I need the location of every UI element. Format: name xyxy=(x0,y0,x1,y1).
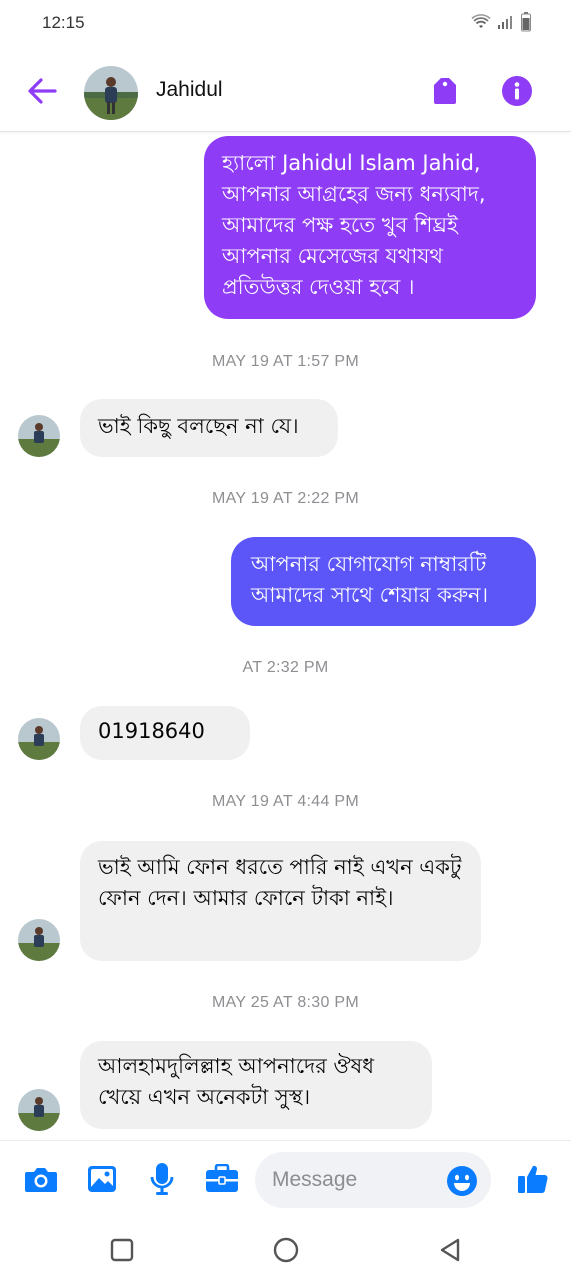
emoji-button[interactable] xyxy=(446,1165,478,1197)
briefcase-icon xyxy=(206,1164,238,1192)
message-timestamp: MAY 19 AT 4:44 PM xyxy=(211,793,360,810)
chat-header: Jahidul xyxy=(0,50,571,132)
status-bar: 12:15 xyxy=(0,0,571,50)
business-tools-button[interactable] xyxy=(202,1159,242,1199)
gallery-button[interactable] xyxy=(82,1159,122,1199)
message-incoming[interactable]: আলহামদুলিল্লাহ আপনাদের ঔষধ খেয়ে এখন অনে… xyxy=(80,1041,432,1129)
back-arrow-icon xyxy=(28,78,57,104)
battery-icon xyxy=(521,12,531,32)
sender-avatar[interactable] xyxy=(18,718,60,760)
avatar-photo-icon xyxy=(84,66,138,120)
camera-icon xyxy=(25,1168,57,1192)
contact-name[interactable]: Jahidul xyxy=(156,78,223,102)
system-back-button[interactable] xyxy=(430,1230,470,1270)
back-triangle-icon xyxy=(440,1238,460,1262)
tag-icon xyxy=(434,78,456,104)
message-timestamp: AT 2:32 PM xyxy=(242,659,329,676)
tag-button[interactable] xyxy=(426,72,464,110)
system-navigation-bar xyxy=(0,1220,571,1280)
avatar-photo-icon xyxy=(18,718,60,760)
wifi-icon xyxy=(471,14,491,28)
sender-avatar[interactable] xyxy=(18,1089,60,1131)
home-button[interactable] xyxy=(266,1230,306,1270)
info-button[interactable] xyxy=(498,72,536,110)
sender-avatar[interactable] xyxy=(18,415,60,457)
message-composer xyxy=(0,1140,571,1220)
thumbs-up-icon xyxy=(518,1165,548,1193)
sender-avatar[interactable] xyxy=(18,919,60,961)
message-outgoing[interactable]: আপনার যোগাযোগ নাম্বারটি আমাদের সাথে শেয়… xyxy=(231,537,536,626)
message-timestamp: MAY 25 AT 8:30 PM xyxy=(211,994,360,1011)
message-incoming[interactable]: ভাই আমি ফোন ধরতে পারি নাই এখন একটু ফোন দ… xyxy=(80,841,481,961)
recents-icon xyxy=(110,1238,134,1262)
avatar-photo-icon xyxy=(18,1089,60,1131)
message-outgoing[interactable]: হ্যালো Jahidul Islam Jahid, আপনার আগ্রহে… xyxy=(204,136,536,319)
camera-button[interactable] xyxy=(21,1159,61,1199)
signal-icon xyxy=(498,16,512,29)
status-time: 12:15 xyxy=(42,13,85,32)
avatar-photo-icon xyxy=(18,919,60,961)
like-button[interactable] xyxy=(513,1159,553,1199)
avatar-photo-icon xyxy=(18,415,60,457)
gallery-icon xyxy=(88,1166,116,1192)
back-button[interactable] xyxy=(24,74,60,108)
message-incoming[interactable]: ভাই কিছু বলছেন না যে। xyxy=(80,399,338,457)
microphone-icon xyxy=(150,1163,174,1195)
info-icon xyxy=(502,76,532,106)
message-timestamp: MAY 19 AT 1:57 PM xyxy=(211,353,360,370)
recents-button[interactable] xyxy=(102,1230,142,1270)
message-incoming[interactable]: 01918640 xyxy=(80,706,250,760)
message-timestamp: MAY 19 AT 2:22 PM xyxy=(211,490,360,507)
voice-button[interactable] xyxy=(142,1159,182,1199)
contact-avatar[interactable] xyxy=(84,66,138,120)
emoji-icon xyxy=(447,1166,477,1196)
status-icons xyxy=(471,12,531,32)
home-icon xyxy=(273,1237,299,1263)
